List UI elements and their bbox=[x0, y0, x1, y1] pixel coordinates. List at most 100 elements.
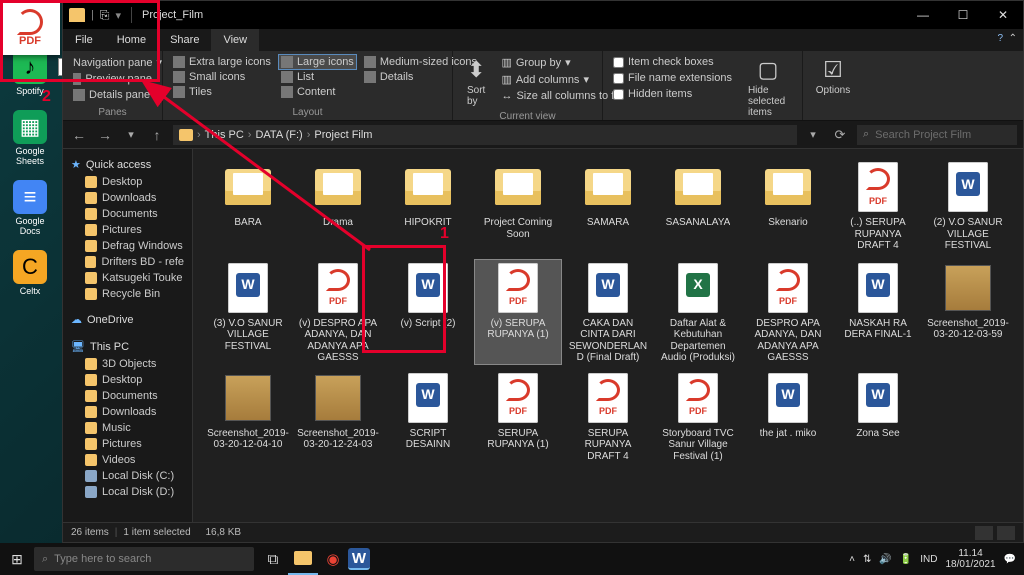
taskbar-search[interactable]: ⌕ Type here to search bbox=[34, 547, 254, 571]
sidebar-item-3d-objects[interactable]: 3D Objects bbox=[63, 356, 192, 372]
view-details-button[interactable] bbox=[975, 526, 993, 540]
file-item[interactable]: W Zona See bbox=[835, 370, 921, 465]
sidebar-quick-access[interactable]: ★Quick access bbox=[63, 155, 192, 174]
sidebar-item-local-disk-c-[interactable]: Local Disk (C:) bbox=[63, 468, 192, 484]
layout-list[interactable]: List bbox=[279, 70, 356, 84]
file-item[interactable]: Screenshot_2019-03-20-12-04-10 bbox=[205, 370, 291, 465]
nav-recent-button[interactable]: ▾ bbox=[121, 128, 141, 141]
sidebar-item-pictures[interactable]: Pictures bbox=[63, 436, 192, 452]
taskbar-explorer[interactable] bbox=[288, 543, 318, 575]
tab-file[interactable]: File bbox=[63, 29, 105, 51]
sidebar-item-defrag-windows[interactable]: Defrag Windows bbox=[63, 238, 192, 254]
desktop-icon-celtx[interactable]: CCeltx bbox=[4, 250, 56, 296]
battery-icon[interactable]: 🔋 bbox=[900, 554, 912, 565]
file-item[interactable]: PDF (..) SERUPA RUPANYA DRAFT 4 bbox=[835, 159, 921, 254]
sidebar-item-documents[interactable]: Documents bbox=[63, 388, 192, 404]
volume-icon[interactable]: 🔊 bbox=[879, 554, 891, 565]
layout-tiles[interactable]: Tiles bbox=[171, 85, 273, 99]
sidebar-item-katsugeki-touke[interactable]: Katsugeki Touke bbox=[63, 270, 192, 286]
tab-share[interactable]: Share bbox=[158, 29, 211, 51]
breadcrumb-dropdown-button[interactable]: ▾ bbox=[803, 128, 823, 141]
details-pane-button[interactable]: Details pane bbox=[71, 88, 154, 102]
file-item[interactable]: W (3) V.O SANUR VILLAGE FESTIVAL bbox=[205, 260, 291, 364]
start-button[interactable]: ⊞ bbox=[0, 551, 34, 568]
layout-extra large icons[interactable]: Extra large icons bbox=[171, 55, 273, 69]
desktop-icon-docs[interactable]: ≡Google Docs bbox=[4, 180, 56, 236]
file-item[interactable]: Screenshot_2019-03-20-12-24-03 bbox=[295, 370, 381, 465]
file-item[interactable]: PDF Storyboard TVC Sanur Village Festiva… bbox=[655, 370, 741, 465]
file-item[interactable]: W the jat . miko bbox=[745, 370, 831, 465]
sort-by-button[interactable]: ⬍Sort by bbox=[461, 55, 491, 109]
file-item[interactable]: W CAKA DAN CINTA DARI SEWONDERLAND (Fina… bbox=[565, 260, 651, 364]
preview-pane-button[interactable]: Preview pane bbox=[71, 72, 154, 86]
layout-large icons[interactable]: Large icons bbox=[279, 55, 356, 69]
task-view-button[interactable]: ⧉ bbox=[258, 543, 288, 575]
file-extensions-toggle[interactable]: File name extensions bbox=[611, 71, 734, 85]
notifications-icon[interactable]: 💬 bbox=[1004, 554, 1016, 565]
sidebar-this-pc[interactable]: 🖥This PC bbox=[63, 337, 192, 356]
file-item[interactable]: BARA bbox=[205, 159, 291, 254]
file-item[interactable]: PDF (v) SERUPA RUPANYA (1) bbox=[475, 260, 561, 364]
sidebar-onedrive[interactable]: ☁OneDrive bbox=[63, 310, 192, 329]
file-item[interactable]: W NASKAH RA DERA FINAL-1 bbox=[835, 260, 921, 364]
hidden-items-toggle[interactable]: Hidden items bbox=[611, 87, 734, 101]
taskbar-chrome[interactable]: ◉ bbox=[318, 543, 348, 575]
file-item[interactable]: X Daftar Alat & Kebutuhan Departemen Aud… bbox=[655, 260, 741, 364]
sidebar-item-videos[interactable]: Videos bbox=[63, 452, 192, 468]
language-indicator[interactable]: IND bbox=[920, 554, 937, 565]
sidebar-item-downloads[interactable]: Downloads bbox=[63, 190, 192, 206]
search-input[interactable]: ⌕ Search Project Film bbox=[857, 125, 1017, 145]
network-icon[interactable]: ⇅ bbox=[863, 554, 871, 565]
file-item[interactable]: PDF (v) DESPRO APA ADANYA, DAN ADANYA AP… bbox=[295, 260, 381, 364]
desktop-icon-sheets[interactable]: ▦Google Sheets bbox=[4, 110, 56, 166]
desktop-icon-spotify[interactable]: ♪Spotify bbox=[4, 50, 56, 96]
layout-small icons[interactable]: Small icons bbox=[171, 70, 273, 84]
breadcrumb[interactable]: › This PC› DATA (F:)› Project Film bbox=[173, 125, 797, 145]
nav-forward-button[interactable]: → bbox=[95, 127, 115, 143]
file-item[interactable]: SAMARA bbox=[565, 159, 651, 254]
file-item[interactable]: Project Coming Soon bbox=[475, 159, 561, 254]
nav-back-button[interactable]: ← bbox=[69, 127, 89, 143]
taskbar-word[interactable]: W bbox=[348, 548, 370, 570]
tray-up-icon[interactable]: ˄ bbox=[849, 554, 855, 565]
item-checkboxes-toggle[interactable]: Item check boxes bbox=[611, 55, 734, 69]
options-button[interactable]: ☑Options bbox=[811, 55, 855, 98]
sidebar-item-downloads[interactable]: Downloads bbox=[63, 404, 192, 420]
sidebar-item-desktop[interactable]: Desktop bbox=[63, 174, 192, 190]
sidebar-item-recycle-bin[interactable]: Recycle Bin bbox=[63, 286, 192, 302]
file-item[interactable]: HIPOKRIT bbox=[385, 159, 471, 254]
minimize-button[interactable]: — bbox=[903, 1, 943, 29]
hide-selected-button[interactable]: ▢Hide selected items bbox=[742, 55, 794, 120]
maximize-button[interactable]: ☐ bbox=[943, 1, 983, 29]
sidebar-item-music[interactable]: Music bbox=[63, 420, 192, 436]
file-item[interactable]: PDF DESPRO APA ADANYA, DAN ADANYA APA GA… bbox=[745, 260, 831, 364]
file-item[interactable]: PDF SERUPA RUPANYA DRAFT 4 bbox=[565, 370, 651, 465]
navigation-pane-button[interactable]: Navigation pane ▾ bbox=[71, 55, 154, 70]
file-item[interactable]: W (v) Script (2) bbox=[385, 260, 471, 364]
view-large-button[interactable] bbox=[997, 526, 1015, 540]
file-label: BARA bbox=[234, 217, 261, 229]
help-icon[interactable]: ? bbox=[997, 33, 1003, 44]
refresh-button[interactable]: ⟳ bbox=[829, 127, 851, 143]
quick-save-icon[interactable]: ⎘ bbox=[100, 8, 110, 23]
tab-view[interactable]: View bbox=[211, 29, 259, 51]
tab-home[interactable]: Home bbox=[105, 29, 158, 51]
close-button[interactable]: ✕ bbox=[983, 1, 1023, 29]
sidebar-item-documents[interactable]: Documents bbox=[63, 206, 192, 222]
file-item[interactable]: PDF SERUPA RUPANYA (1) bbox=[475, 370, 561, 465]
nav-up-button[interactable]: ↑ bbox=[147, 127, 167, 143]
file-item[interactable]: Drama bbox=[295, 159, 381, 254]
file-item[interactable]: Skenario bbox=[745, 159, 831, 254]
sidebar-item-pictures[interactable]: Pictures bbox=[63, 222, 192, 238]
collapse-ribbon-icon[interactable]: ⌃ bbox=[1009, 33, 1017, 44]
file-item[interactable]: SASANALAYA bbox=[655, 159, 741, 254]
file-item[interactable]: W (2) V.O SANUR VILLAGE FESTIVAL bbox=[925, 159, 1011, 254]
file-item[interactable]: W SCRIPT DESAINN bbox=[385, 370, 471, 465]
file-item[interactable]: Screenshot_2019-03-20-12-03-59 bbox=[925, 260, 1011, 364]
layout-content[interactable]: Content bbox=[279, 85, 356, 99]
sidebar-item-local-disk-d-[interactable]: Local Disk (D:) bbox=[63, 484, 192, 500]
sidebar-item-drifters-bd-refe[interactable]: Drifters BD - refe bbox=[63, 254, 192, 270]
file-pane[interactable]: BARA Drama HIPOKRIT Project Coming Soon … bbox=[193, 149, 1023, 522]
clock[interactable]: 11.14 18/01/2021 bbox=[945, 548, 995, 570]
sidebar-item-desktop[interactable]: Desktop bbox=[63, 372, 192, 388]
